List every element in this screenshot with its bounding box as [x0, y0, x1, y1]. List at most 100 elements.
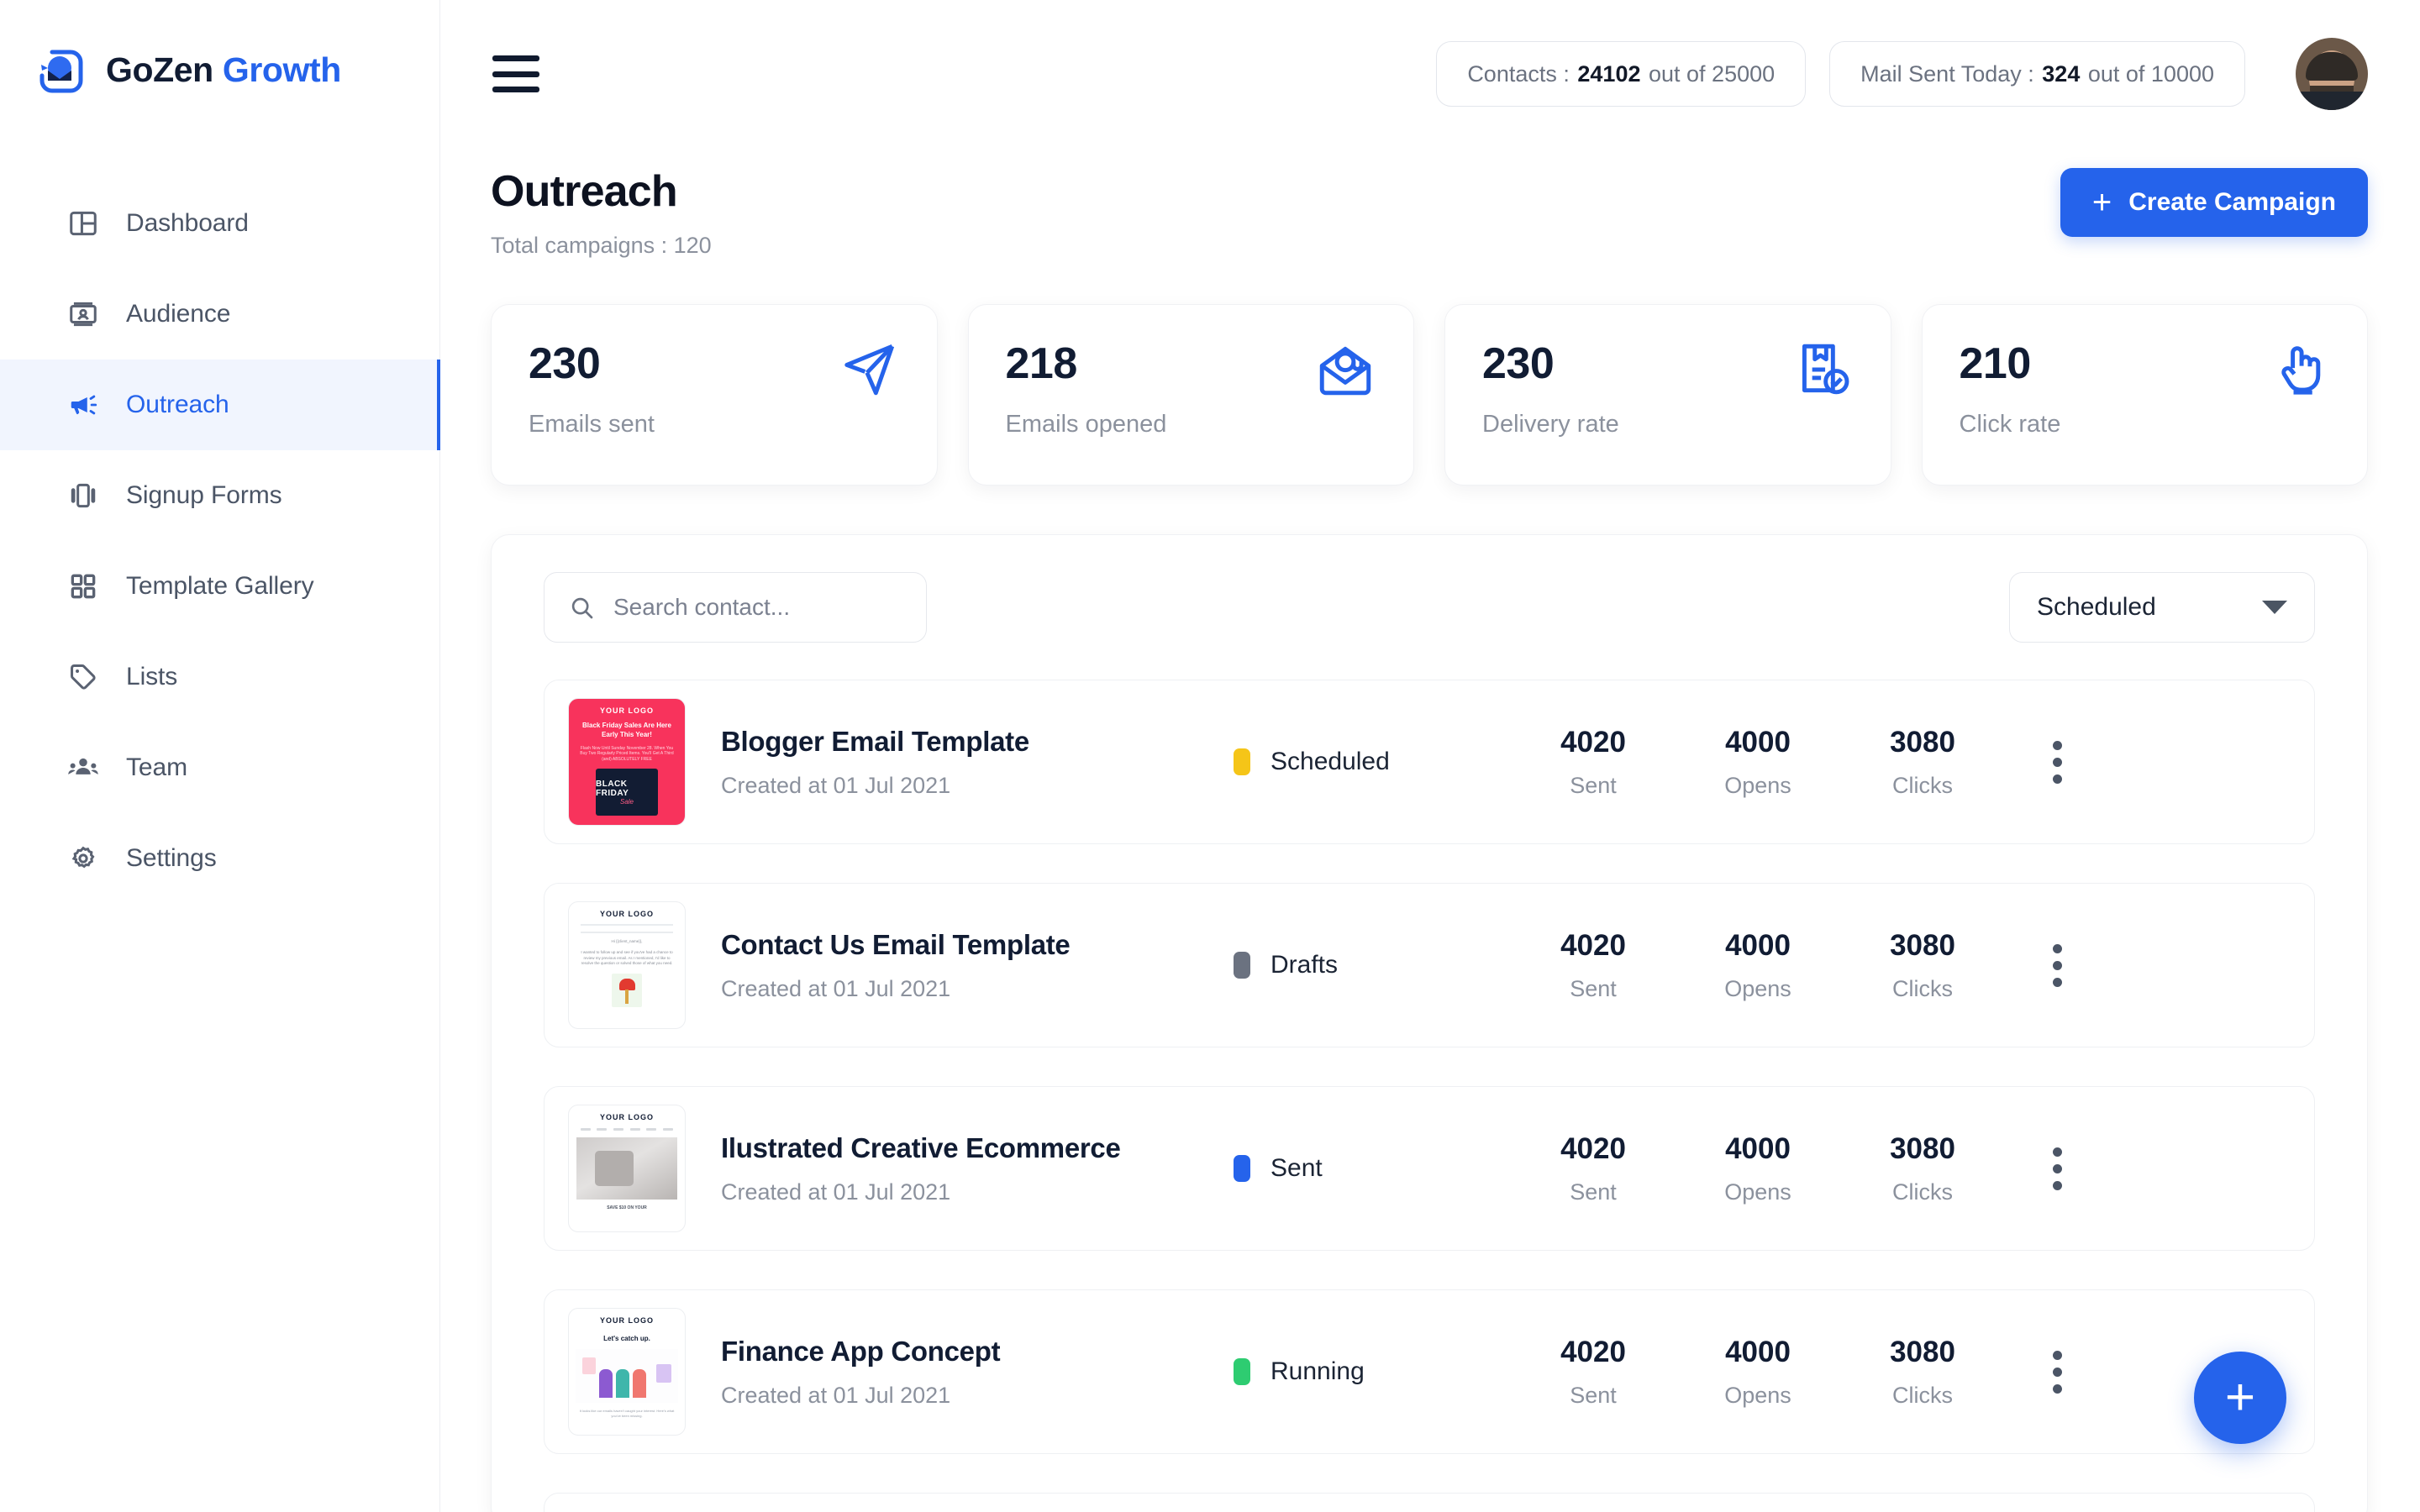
add-campaign-fab[interactable]: +	[2194, 1352, 2286, 1444]
table-row[interactable]: YOUR LOGO SAVE $10 ON YOUR Ilustrated Cr…	[544, 1086, 2315, 1251]
stat-label: Delivery rate	[1482, 411, 1619, 438]
mail-sent-suffix: out of 10000	[2088, 61, 2214, 87]
sidebar-item-signup-forms[interactable]: Signup Forms	[0, 450, 439, 541]
metric-value: 4000	[1676, 1132, 1840, 1166]
mail-sent-label: Mail Sent Today :	[1860, 61, 2034, 87]
metric-sent: 4020 Sent	[1511, 929, 1676, 1002]
status-dot	[1234, 1155, 1250, 1182]
sidebar-item-template-gallery[interactable]: Template Gallery	[0, 541, 439, 632]
thumb-card-top: BLACK FRIDAY	[596, 780, 658, 798]
metric-sent: 4020 Sent	[1511, 1336, 1676, 1409]
metric-value: 4020	[1511, 726, 1676, 759]
avatar[interactable]	[2296, 38, 2368, 110]
table-row[interactable]: YOUR LOGO Black Friday Sales Are Here Ea…	[544, 680, 2315, 844]
contacts-quota-badge[interactable]: Contacts : 24102 out of 25000	[1436, 41, 1806, 107]
metric-label: Sent	[1511, 773, 1676, 799]
row-menu-icon[interactable]	[2027, 741, 2087, 784]
contacts-quota-suffix: out of 25000	[1649, 61, 1775, 87]
thumb-footer: SAVE $10 ON YOUR	[569, 1205, 685, 1210]
thumb-logo: YOUR LOGO	[569, 910, 685, 918]
metric-clicks: 3080 Clicks	[1840, 726, 2005, 799]
status-filter-value: Scheduled	[2037, 593, 2262, 622]
metric-value: 4020	[1511, 929, 1676, 963]
row-info: Ilustrated Creative Ecommerce Created at…	[721, 1132, 1234, 1205]
thumb-mailbox-art	[612, 974, 642, 1007]
status-label: Running	[1270, 1357, 1365, 1386]
status-filter-select[interactable]: Scheduled	[2009, 572, 2315, 643]
campaign-title: Contact Us Email Template	[721, 929, 1234, 961]
sidebar-item-label: Dashboard	[126, 209, 249, 238]
metric-value: 3080	[1840, 1132, 2005, 1166]
people-group-icon	[66, 750, 101, 785]
thumb-subtext: I wanted to follow up and see if you've …	[569, 950, 685, 967]
sidebar-item-lists[interactable]: Lists	[0, 632, 439, 722]
avatar-shirt	[2296, 92, 2368, 110]
metric-label: Sent	[1511, 1179, 1676, 1205]
status-badge: Sent	[1234, 1154, 1511, 1183]
table-row[interactable]: YOUR LOGO Let's catch up. It looks like …	[544, 1289, 2315, 1454]
plus-icon: +	[2092, 189, 2112, 216]
sidebar-item-outreach[interactable]: Outreach	[0, 360, 439, 450]
chevron-down-icon	[2262, 601, 2287, 614]
stat-text: 230 Delivery rate	[1482, 339, 1619, 485]
stat-value: 210	[1960, 339, 2061, 389]
thumb-logo: YOUR LOGO	[569, 1316, 685, 1325]
metric-label: Clicks	[1840, 773, 2005, 799]
row-menu-icon[interactable]	[2027, 1351, 2087, 1394]
sidebar-item-audience[interactable]: Audience	[0, 269, 439, 360]
open-envelope-at-icon	[1314, 339, 1376, 401]
row-info: Blogger Email Template Created at 01 Jul…	[721, 726, 1234, 799]
megaphone-icon	[66, 387, 101, 423]
campaign-title: Ilustrated Creative Ecommerce	[721, 1132, 1234, 1164]
stat-card-emails-opened: 218 Emails opened	[968, 304, 1415, 486]
hamburger-icon[interactable]	[492, 55, 539, 92]
thumb-subtext: Flash Now Until Sunday November 28. When…	[569, 746, 685, 763]
thumb-hero-art	[576, 1137, 677, 1200]
status-badge: Running	[1234, 1357, 1511, 1386]
avatar-hair	[2306, 52, 2358, 81]
status-badge: Scheduled	[1234, 748, 1511, 776]
document-check-icon	[1791, 339, 1854, 401]
status-label: Sent	[1270, 1154, 1323, 1183]
page-header: Outreach Total campaigns : 120 + Create …	[440, 168, 2420, 259]
sidebar-nav: Dashboard Audience Out	[0, 178, 439, 904]
black-friday-template-thumbnail: YOUR LOGO Black Friday Sales Are Here Ea…	[568, 698, 686, 826]
campaign-title: Blogger Email Template	[721, 726, 1234, 758]
metric-value: 4020	[1511, 1132, 1676, 1166]
thumb-headline: Hi {{client_name}},	[569, 939, 685, 945]
create-campaign-label: Create Campaign	[2128, 188, 2336, 217]
carousel-icon	[66, 478, 101, 513]
metric-value: 3080	[1840, 1336, 2005, 1369]
sidebar-item-dashboard[interactable]: Dashboard	[0, 178, 439, 269]
dashboard-layout-icon	[66, 206, 101, 241]
sidebar-item-team[interactable]: Team	[0, 722, 439, 813]
click-hand-icon	[2268, 339, 2330, 401]
stat-value: 230	[529, 339, 655, 389]
stat-card-emails-sent: 230 Emails sent	[491, 304, 938, 486]
topbar: Contacts : 24102 out of 25000 Mail Sent …	[440, 0, 2420, 148]
ecommerce-bag-template-thumbnail: YOUR LOGO SAVE $10 ON YOUR	[568, 1105, 686, 1232]
thumb-card-bottom: Sale	[620, 798, 634, 806]
tag-icon	[66, 659, 101, 695]
metric-label: Opens	[1676, 1179, 1840, 1205]
campaign-created-date: Created at 01 Jul 2021	[721, 773, 1234, 799]
table-row[interactable]: YOUR LOGO Hi {{client_name}}, I wanted t…	[544, 883, 2315, 1047]
campaign-title: Finance App Concept	[721, 1336, 1234, 1368]
row-menu-icon[interactable]	[2027, 1147, 2087, 1190]
status-dot	[1234, 1358, 1250, 1385]
sidebar-item-settings[interactable]: Settings	[0, 813, 439, 904]
mail-sent-value: 324	[2040, 61, 2081, 87]
stat-card-click-rate: 210 Click rate	[1922, 304, 2369, 486]
row-menu-icon[interactable]	[2027, 944, 2087, 987]
brand-logo[interactable]: GoZen Growth	[0, 0, 439, 96]
search-contact-box[interactable]	[544, 572, 927, 643]
stat-label: Emails sent	[529, 411, 655, 438]
mail-sent-quota-badge[interactable]: Mail Sent Today : 324 out of 10000	[1829, 41, 2245, 107]
search-input[interactable]	[613, 594, 902, 621]
metric-value: 4000	[1676, 726, 1840, 759]
status-label: Drafts	[1270, 951, 1338, 979]
sidebar-item-label: Team	[126, 753, 187, 782]
stat-text: 218 Emails opened	[1006, 339, 1167, 485]
create-campaign-button[interactable]: + Create Campaign	[2060, 168, 2368, 237]
table-row[interactable]	[544, 1493, 2315, 1512]
